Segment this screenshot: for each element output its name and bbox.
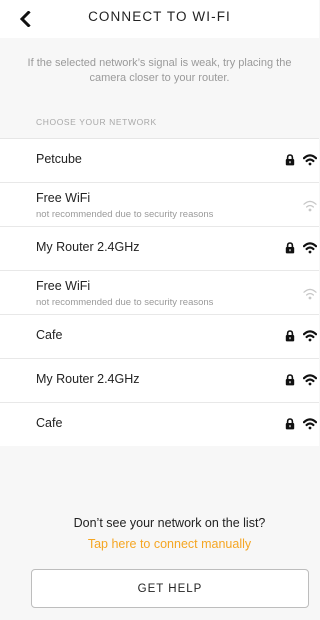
section-label: CHOOSE YOUR NETWORK xyxy=(36,117,157,127)
signal-hint: If the selected network’s signal is weak… xyxy=(27,57,292,84)
network-warning: not recommended due to security reasons xyxy=(36,297,214,308)
get-help-button[interactable]: GET HELP xyxy=(31,569,309,608)
wifi-weak-icon xyxy=(303,200,317,212)
network-name: My Router 2.4GHz xyxy=(36,372,140,386)
network-list: Petcube Free WiFi not recommended due to s… xyxy=(0,138,319,446)
connect-manually-link[interactable]: Tap here to connect manually xyxy=(0,537,320,551)
missing-network-question: Don’t see your network on the list? xyxy=(73,516,266,530)
wifi-strong-icon xyxy=(303,330,317,342)
network-row[interactable]: Free WiFi not recommended due to security… xyxy=(0,183,319,227)
network-name: Free WiFi xyxy=(36,279,91,293)
wifi-strong-icon xyxy=(303,242,317,254)
page-title: CONNECT TO WI-FI xyxy=(88,9,231,24)
lock-icon xyxy=(285,242,295,254)
wifi-strong-icon xyxy=(303,154,317,166)
network-warning: not recommended due to security reasons xyxy=(36,209,214,220)
wifi-weak-icon xyxy=(303,288,317,300)
network-row[interactable]: Petcube xyxy=(0,139,319,183)
lock-icon xyxy=(285,330,295,342)
network-row[interactable]: My Router 2.4GHz xyxy=(0,359,319,403)
network-name: Petcube xyxy=(36,152,82,166)
network-name: Free WiFi xyxy=(36,191,91,205)
lock-icon xyxy=(285,418,295,430)
network-name: Cafe xyxy=(36,328,63,342)
network-row[interactable]: My Router 2.4GHz xyxy=(0,227,319,271)
network-row[interactable]: Free WiFi not recommended due to security… xyxy=(0,271,319,315)
lock-icon xyxy=(285,154,295,166)
wifi-strong-icon xyxy=(303,418,317,430)
header-bar: CONNECT TO WI-FI xyxy=(0,0,319,38)
lock-icon xyxy=(285,374,295,386)
wifi-strong-icon xyxy=(303,374,317,386)
network-row[interactable]: Cafe xyxy=(0,403,319,446)
network-name: My Router 2.4GHz xyxy=(36,240,140,254)
network-name: Cafe xyxy=(36,416,63,430)
network-row[interactable]: Cafe xyxy=(0,315,319,359)
